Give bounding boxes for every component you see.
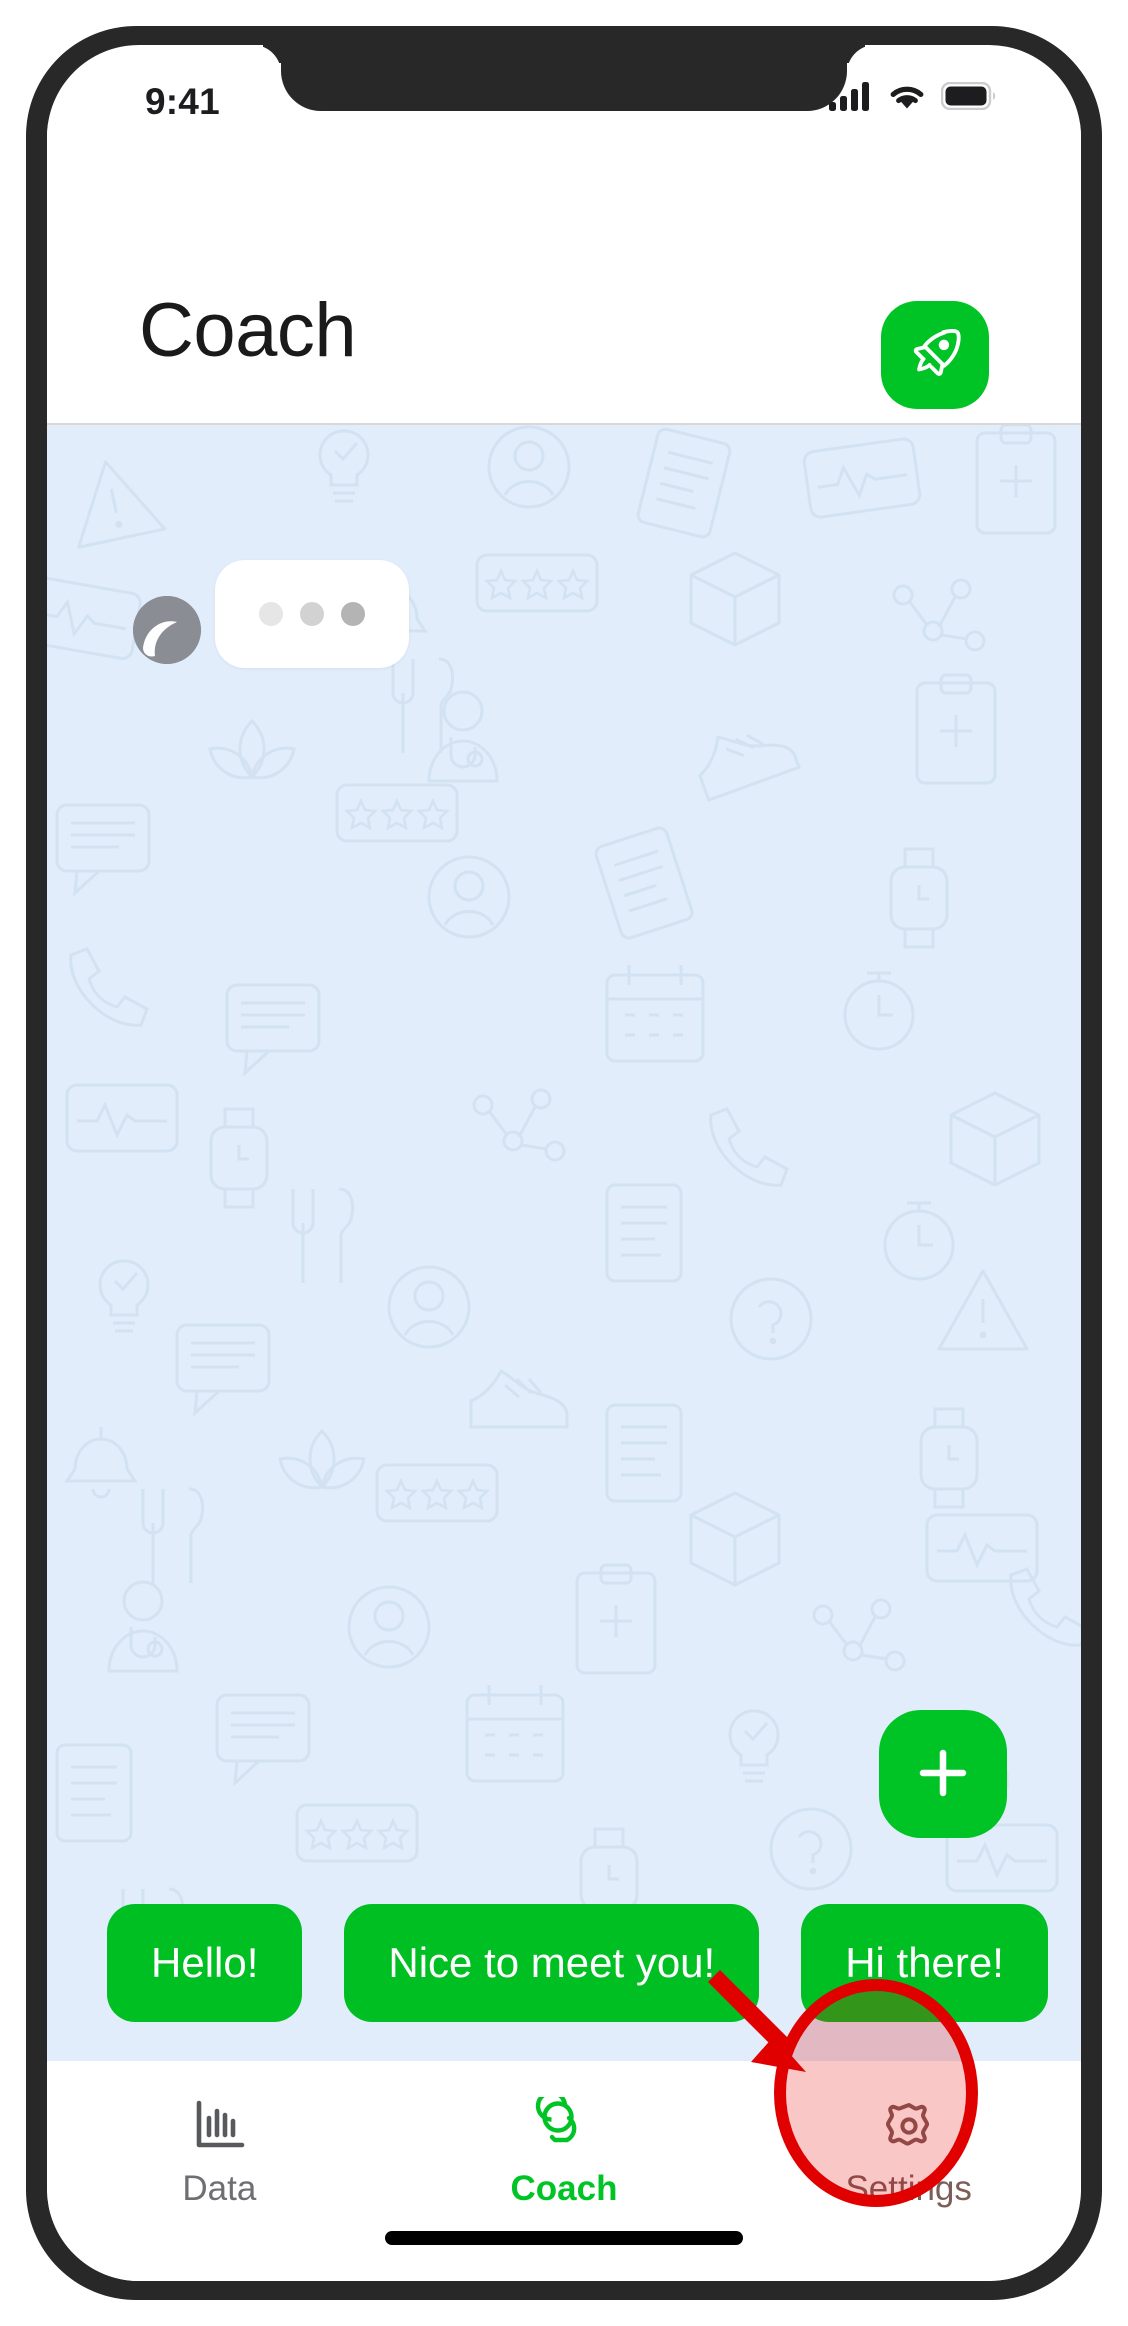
status-bar-icons	[829, 81, 997, 116]
tab-coach[interactable]: Coach	[392, 2061, 737, 2281]
tab-bar: Data Coach Settings	[47, 2061, 1081, 2281]
coach-avatar-icon	[133, 596, 201, 664]
tab-data[interactable]: Data	[47, 2061, 392, 2281]
quick-reply-chip[interactable]: Hello!	[107, 1904, 303, 2022]
nav-header: Coach	[47, 123, 1081, 425]
plus-icon	[915, 1745, 971, 1804]
phone-frame: 9:41 Coach Hello! Nice to meet you! Hi t…	[26, 26, 1102, 2300]
battery-full-icon	[940, 81, 997, 115]
chat-bubbles-icon	[535, 2095, 593, 2157]
compose-button[interactable]	[879, 1710, 1007, 1838]
typing-dot	[259, 602, 283, 626]
quick-reply-chip[interactable]: Hi there!	[801, 1904, 1048, 2022]
typing-indicator-bubble	[215, 560, 409, 668]
gear-icon	[880, 2095, 938, 2157]
page-title: Coach	[139, 288, 357, 373]
rocket-button[interactable]	[881, 301, 989, 409]
wifi-icon	[887, 81, 927, 116]
tab-settings[interactable]: Settings	[736, 2061, 1081, 2281]
status-bar-time: 9:41	[145, 81, 220, 122]
quick-reply-list: Hello! Nice to meet you! Hi there!	[47, 1901, 1081, 2025]
home-indicator	[385, 2231, 743, 2245]
tab-label-coach: Coach	[510, 2169, 618, 2208]
typing-dot	[341, 602, 365, 626]
phone-screen: 9:41 Coach Hello! Nice to meet you! Hi t…	[47, 45, 1081, 2281]
rocket-icon	[904, 323, 966, 388]
bar-chart-icon	[190, 2095, 248, 2157]
typing-dot	[300, 602, 324, 626]
tab-label-settings: Settings	[845, 2169, 972, 2208]
phone-notch	[281, 45, 847, 111]
quick-reply-chip[interactable]: Nice to meet you!	[344, 1904, 760, 2022]
tab-label-data: Data	[182, 2169, 257, 2208]
typing-indicator-row	[133, 560, 409, 668]
chat-body: Hello! Nice to meet you! Hi there!	[47, 425, 1081, 2061]
